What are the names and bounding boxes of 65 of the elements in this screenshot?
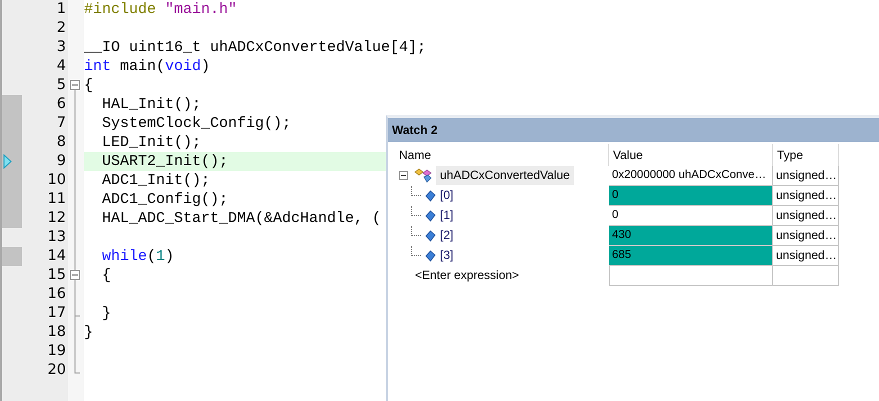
array-variable-icon (412, 168, 432, 184)
code-line: __IO uint16_t uhADCxConvertedValue[4]; (84, 38, 426, 57)
code-line: LED_Init(); (101, 133, 202, 152)
code-line: USART2_Init(); (101, 152, 228, 171)
element-index: [0] (440, 187, 454, 204)
line-number: 18 (46, 323, 67, 342)
line-number: 12 (46, 209, 67, 228)
line-number: 4 (56, 57, 67, 76)
column-header[interactable]: Value (609, 144, 773, 166)
code-line: } (84, 323, 94, 342)
line-number: 19 (46, 342, 67, 361)
value-cell: 430 (609, 226, 773, 246)
panel-title: Watch 2 (388, 118, 879, 142)
line-number: 2 (56, 19, 67, 38)
code-line: ADC1_Init(); (101, 171, 210, 190)
collapse-icon[interactable] (70, 270, 80, 280)
line-number: 17 (46, 304, 67, 323)
code-line: } (101, 304, 112, 323)
line-number: 14 (46, 247, 67, 266)
code-line: HAL_Init(); (101, 95, 202, 114)
line-number: 8 (56, 133, 67, 152)
line-number: 11 (46, 190, 67, 209)
code-line: int main(void) (84, 57, 210, 76)
element-index: [2] (440, 227, 454, 244)
type-cell: unsigned… (773, 206, 839, 226)
tree-line (411, 186, 421, 196)
variable-icon (425, 250, 436, 262)
code-line: #include "main.h" (84, 0, 238, 19)
tree-line (411, 246, 421, 256)
tree-line (411, 226, 421, 236)
value-cell: 0 (609, 186, 773, 206)
line-number: 20 (46, 361, 67, 380)
type-cell: unsigned… (773, 226, 839, 246)
type-cell: unsigned… (773, 246, 839, 266)
line-number: 15 (46, 266, 67, 285)
line-number: 6 (56, 95, 67, 114)
code-line: while(1) (101, 247, 174, 266)
variable-icon (425, 190, 436, 202)
type-cell: unsigned… (773, 186, 839, 206)
collapse-icon[interactable] (399, 171, 408, 180)
variable-icon (425, 210, 436, 222)
line-number: 3 (56, 38, 67, 57)
element-index: [3] (440, 247, 454, 264)
line-number: 1 (56, 0, 67, 19)
line-number: 16 (46, 285, 67, 304)
line-number: 13 (46, 228, 67, 247)
line-number: 10 (46, 171, 67, 190)
line-number: 7 (56, 114, 67, 133)
line-number: 5 (56, 76, 67, 95)
value-cell: 685 (609, 246, 773, 266)
code-line: { (84, 76, 94, 95)
tree-line (411, 206, 421, 216)
code-line: ADC1_Config(); (101, 190, 228, 209)
element-index: [1] (440, 207, 454, 224)
variable-icon (425, 230, 436, 242)
code-line: HAL_ADC_Start_DMA(&AdcHandle, ( (101, 209, 382, 228)
collapse-icon[interactable] (70, 80, 80, 90)
code-line: { (101, 266, 112, 285)
type-cell (773, 266, 839, 286)
type-cell: unsigned… (773, 166, 839, 186)
line-number: 9 (56, 152, 67, 171)
enter-expression-field[interactable]: <Enter expression> (415, 266, 520, 285)
variable-name: uhADCxConvertedValue (436, 166, 574, 185)
column-header[interactable]: Type (773, 144, 839, 166)
code-line: SystemClock_Config(); (101, 114, 292, 133)
